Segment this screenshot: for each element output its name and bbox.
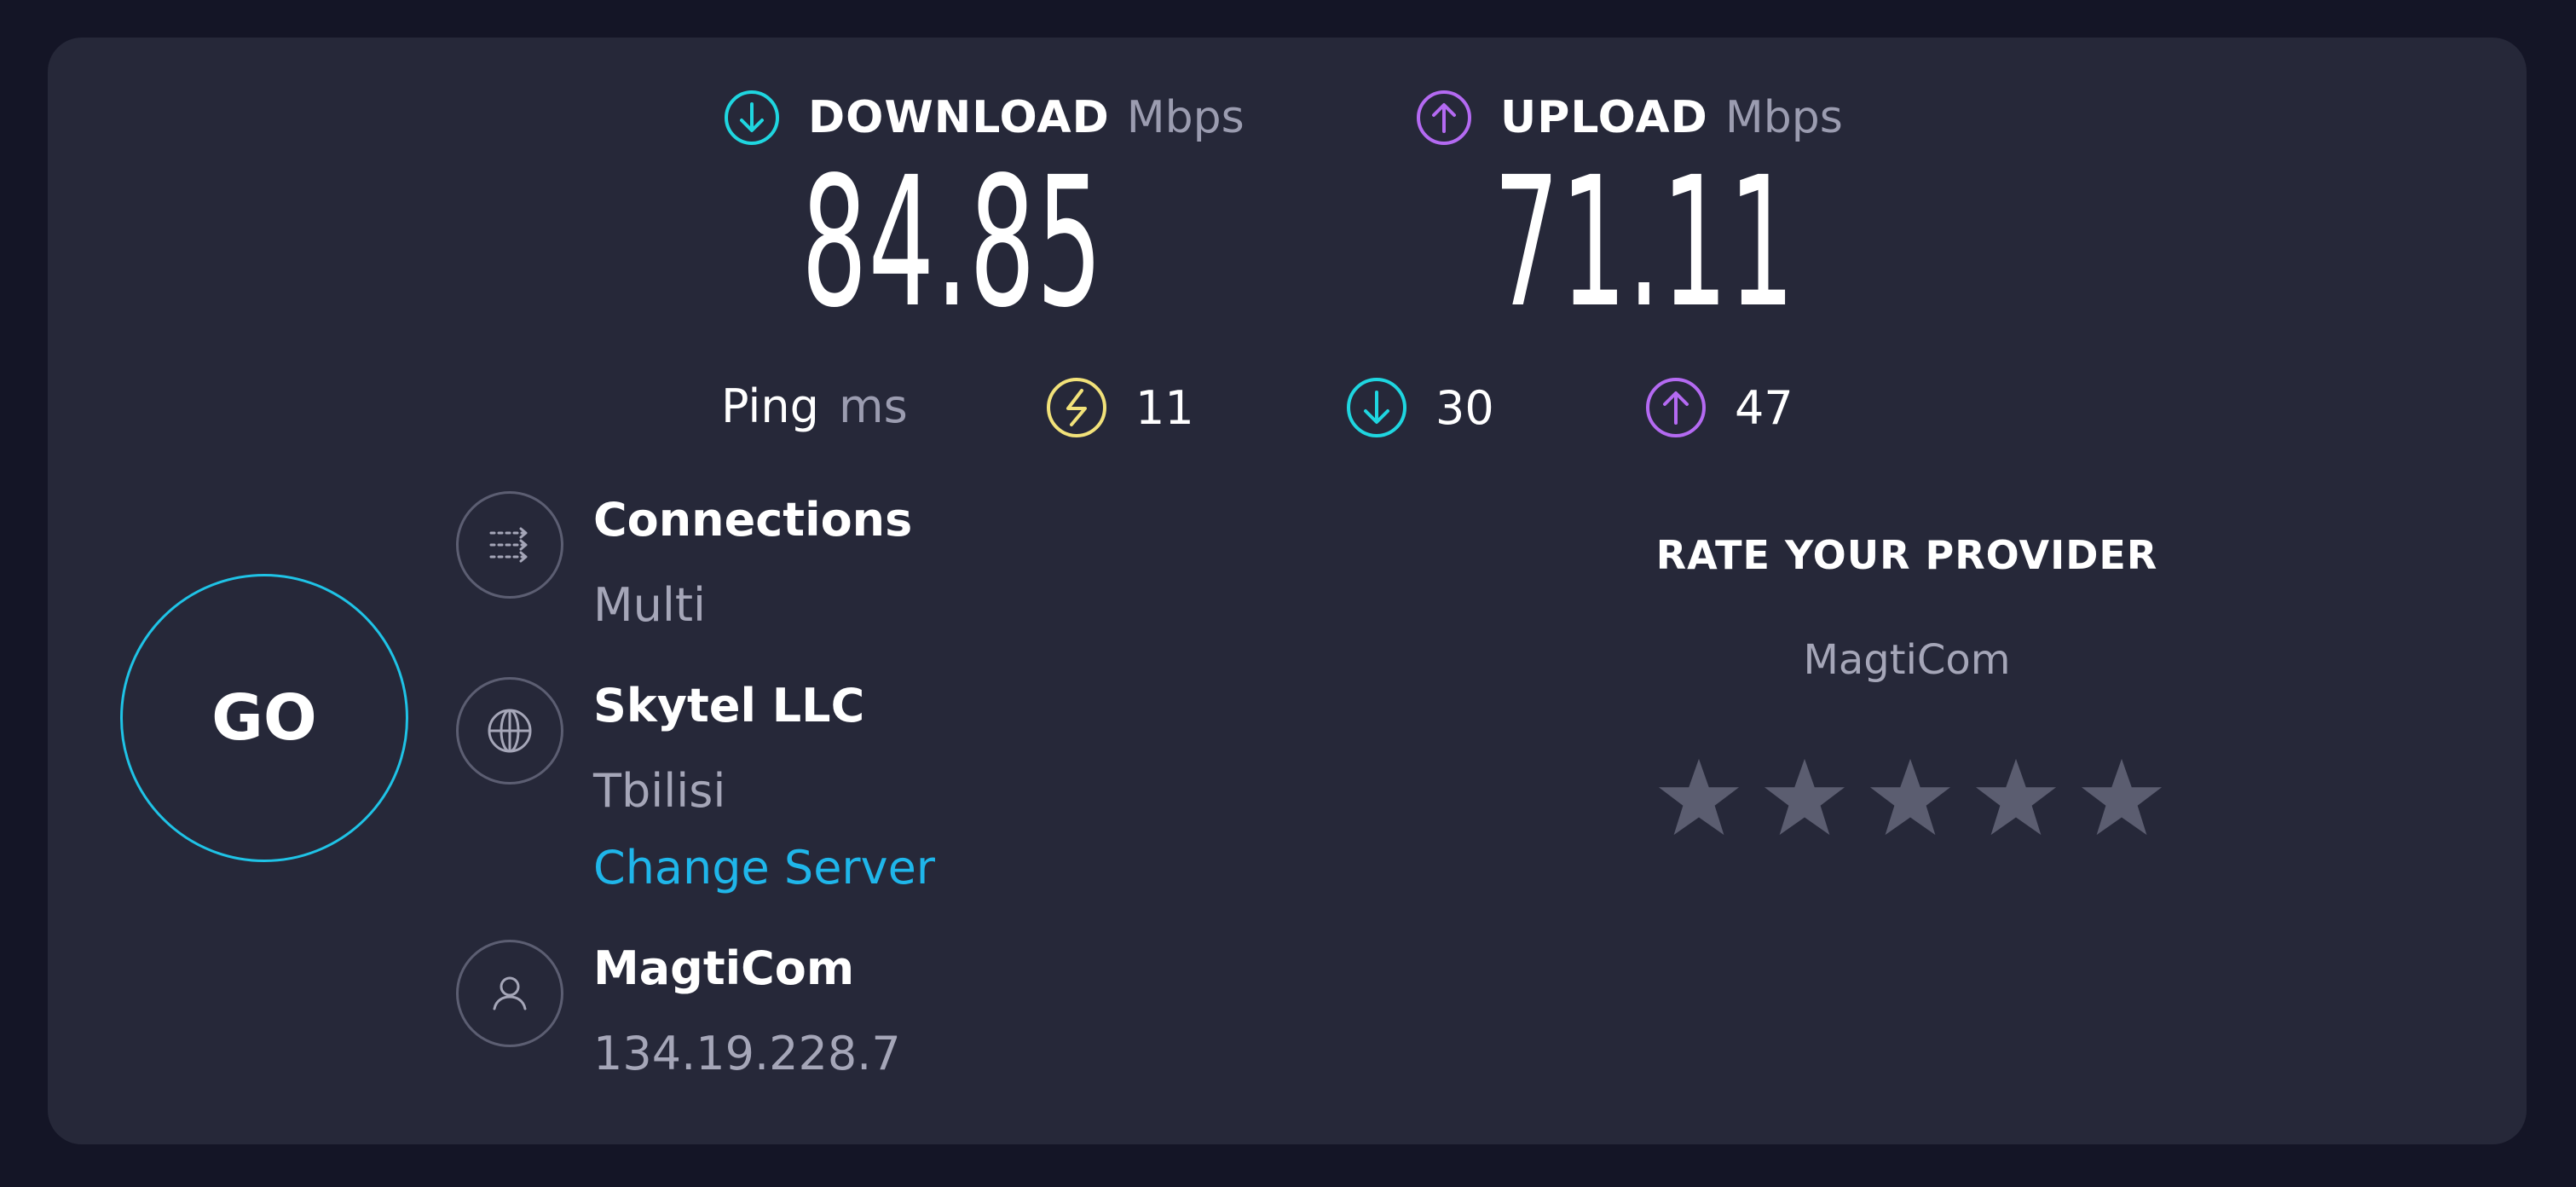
- upload-unit: Mbps: [1724, 92, 1843, 143]
- rate-title: RATE YOUR PROVIDER: [1655, 532, 2158, 578]
- upload-value: 71.11: [1493, 138, 1796, 347]
- upload-label: UPLOAD: [1500, 92, 1708, 143]
- star-3-icon[interactable]: [1868, 756, 1952, 839]
- results-panel: [48, 38, 2527, 1144]
- download-value: 84.85: [801, 138, 1104, 347]
- ping-upload-value: 47: [1735, 380, 1793, 435]
- download-icon: [1347, 378, 1406, 437]
- ping-upload: 47: [1644, 376, 1793, 439]
- ping-download-value: 30: [1435, 380, 1494, 435]
- idle-latency-icon: [1047, 378, 1106, 437]
- connections-icon[interactable]: [456, 491, 563, 599]
- rating-stars: [1657, 756, 2163, 839]
- download-label: DOWNLOAD: [808, 92, 1110, 143]
- ping-idle: 11: [1045, 376, 1194, 439]
- go-button[interactable]: GO: [120, 574, 408, 862]
- download-icon: [725, 90, 779, 145]
- star-1-icon[interactable]: [1657, 756, 1741, 839]
- provider-title: MagtiCom: [593, 941, 855, 995]
- globe-icon: [456, 677, 563, 785]
- server-location: Tbilisi: [593, 764, 726, 818]
- star-4-icon[interactable]: [1974, 756, 2058, 839]
- server-title: Skytel LLC: [593, 679, 865, 732]
- star-5-icon[interactable]: [2080, 756, 2163, 839]
- download-unit: Mbps: [1126, 92, 1245, 143]
- upload-icon: [1646, 378, 1706, 437]
- upload-icon: [1417, 90, 1471, 145]
- ping-header: Ping ms: [721, 379, 908, 433]
- connections-title: Connections: [593, 493, 913, 547]
- rate-provider-name: MagtiCom: [1803, 636, 2011, 684]
- ping-idle-value: 11: [1135, 380, 1194, 435]
- provider-ip: 134.19.228.7: [593, 1027, 901, 1080]
- user-icon: [456, 940, 563, 1047]
- connections-value: Multi: [593, 578, 706, 632]
- ping-download: 30: [1345, 376, 1494, 439]
- ping-unit: ms: [838, 379, 908, 433]
- change-server-link[interactable]: Change Server: [593, 841, 935, 895]
- star-2-icon[interactable]: [1763, 756, 1846, 839]
- ping-label: Ping: [721, 379, 819, 433]
